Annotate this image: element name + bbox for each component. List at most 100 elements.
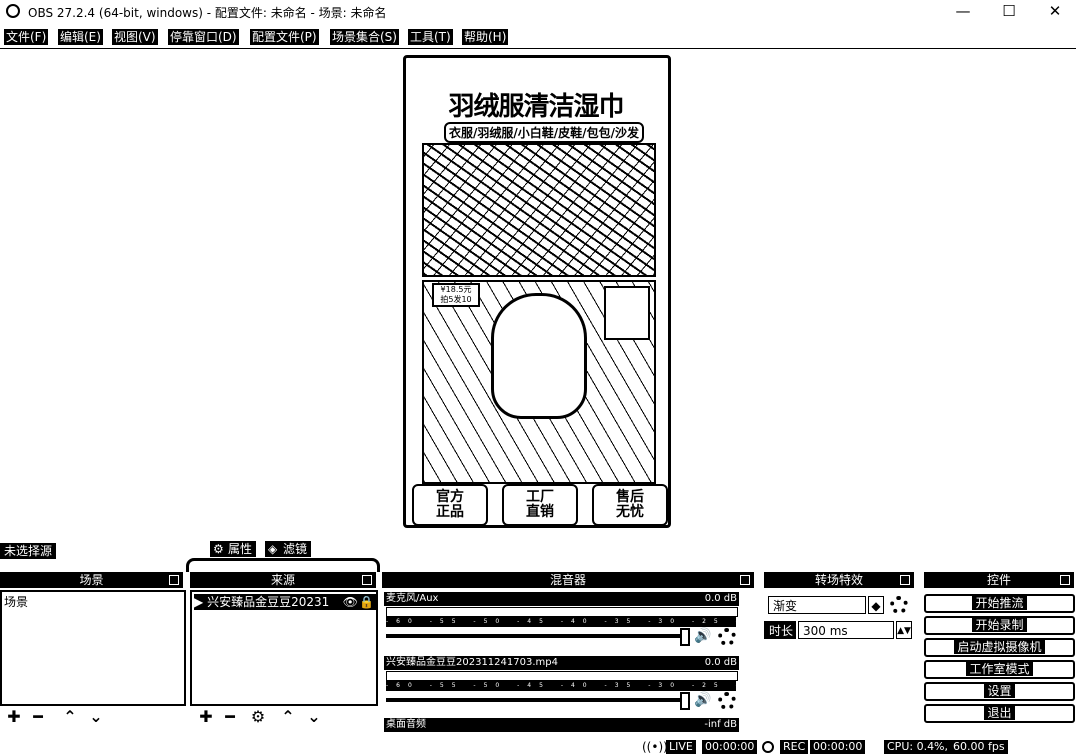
transition-select[interactable]: 渐变 bbox=[768, 596, 866, 614]
move-down-icon[interactable]: ⌄ bbox=[304, 709, 324, 725]
record-icon bbox=[762, 741, 774, 753]
speaker-icon[interactable]: 🔊 bbox=[694, 692, 711, 708]
selected-source-label: 未选择源 bbox=[0, 543, 57, 559]
button-label: 启动虚拟摄像机 bbox=[954, 640, 1045, 654]
volume-meter bbox=[386, 671, 738, 681]
fader-knob[interactable] bbox=[680, 628, 690, 646]
mixer-dock-header: 混音器 bbox=[382, 572, 754, 588]
properties-label: 属性 bbox=[228, 542, 253, 556]
source-toolbar-frame bbox=[186, 558, 380, 572]
source-settings-icon[interactable]: ⚙ bbox=[248, 709, 268, 725]
float-icon[interactable] bbox=[740, 575, 750, 585]
transitions-dock-header: 转场特效 bbox=[764, 572, 914, 588]
maximize-button[interactable]: ☐ bbox=[986, 0, 1032, 24]
gear-icon[interactable] bbox=[718, 692, 736, 710]
price-line: ¥18.5元 bbox=[440, 285, 472, 294]
remove-source-icon[interactable]: ━ bbox=[220, 709, 240, 725]
channel-db: -inf dB bbox=[704, 719, 737, 730]
scenes-list[interactable]: 场景 bbox=[0, 590, 186, 706]
close-button[interactable]: ✕ bbox=[1032, 0, 1076, 24]
source-item-label: 兴安臻品金豆豆20231 bbox=[207, 595, 330, 609]
menu-docks[interactable]: 停靠窗口(D) bbox=[168, 29, 239, 45]
scene-item[interactable]: 场景 bbox=[4, 594, 182, 610]
remove-scene-icon[interactable]: ━ bbox=[28, 709, 48, 725]
minimize-button[interactable]: — bbox=[940, 0, 986, 24]
scenes-title: 场景 bbox=[79, 573, 104, 587]
menu-bar: 文件(F) 编辑(E) 视图(V) 停靠窗口(D) 配置文件(P) 场景集合(S… bbox=[0, 28, 1076, 49]
start-recording-button[interactable]: 开始录制 bbox=[924, 616, 1075, 635]
title-bar: OBS 27.2.4 (64-bit, windows) - 配置文件: 未命名… bbox=[0, 0, 1076, 24]
channel-db: 0.0 dB bbox=[704, 593, 737, 604]
volume-fader[interactable] bbox=[386, 698, 686, 702]
float-icon[interactable] bbox=[900, 575, 910, 585]
speaker-icon[interactable]: 🔊 bbox=[694, 628, 711, 644]
live-icon: ((•)) bbox=[642, 740, 668, 754]
preview-product-photo bbox=[422, 143, 656, 277]
duration-input[interactable]: 300 ms bbox=[798, 621, 894, 639]
move-up-icon[interactable]: ⌃ bbox=[60, 709, 80, 725]
move-up-icon[interactable]: ⌃ bbox=[278, 709, 298, 725]
transitions-title: 转场特效 bbox=[814, 573, 863, 587]
button-label: 退出 bbox=[984, 706, 1015, 720]
preview-headline: 羽绒服清洁湿巾 bbox=[448, 92, 624, 122]
properties-button[interactable]: ⚙ 属性 bbox=[210, 541, 257, 557]
meter-scale: -60 -55 -50 -45 -40 -35 -30 -25 -20 -15 … bbox=[386, 617, 736, 627]
gear-icon[interactable] bbox=[718, 628, 736, 646]
filters-button[interactable]: ◈ 滤镜 bbox=[265, 541, 312, 557]
channel-db: 0.0 dB bbox=[704, 657, 737, 668]
button-label: 开始推流 bbox=[972, 596, 1027, 610]
exit-button[interactable]: 退出 bbox=[924, 704, 1075, 723]
fps-readout: 60.00 fps bbox=[950, 740, 1008, 754]
obs-logo-icon bbox=[6, 4, 20, 18]
preview-canvas[interactable]: 羽绒服清洁湿巾 衣服/羽绒服/小白鞋/皮鞋/包包/沙发 ¥18.5元 拍5发10… bbox=[403, 55, 671, 528]
filters-label: 滤镜 bbox=[283, 542, 308, 556]
move-down-icon[interactable]: ⌄ bbox=[86, 709, 106, 725]
window-title: OBS 27.2.4 (64-bit, windows) - 配置文件: 未命名… bbox=[28, 6, 387, 20]
duration-label: 时长 bbox=[764, 621, 796, 639]
start-virtual-camera-button[interactable]: 启动虚拟摄像机 bbox=[924, 638, 1075, 657]
menu-tools[interactable]: 工具(T) bbox=[408, 29, 453, 45]
button-label: 设置 bbox=[984, 684, 1015, 698]
button-label: 开始录制 bbox=[972, 618, 1027, 632]
start-streaming-button[interactable]: 开始推流 bbox=[924, 594, 1075, 613]
preview-info-card bbox=[604, 286, 650, 340]
sources-list[interactable]: ▶ 兴安臻品金豆豆20231 👁 🔒 bbox=[190, 590, 378, 706]
channel-label: 兴安臻品金豆豆202311241703.mp4 bbox=[386, 657, 558, 668]
mixer-channel-name: 兴安臻品金豆豆202311241703.mp4 0.0 dB bbox=[384, 656, 739, 670]
fader-knob[interactable] bbox=[680, 692, 690, 710]
float-icon[interactable] bbox=[169, 575, 179, 585]
live-time: 00:00:00 bbox=[702, 740, 758, 754]
studio-mode-button[interactable]: 工作室模式 bbox=[924, 660, 1075, 679]
badge-official: 官方 正品 bbox=[412, 484, 488, 525]
gear-icon: ⚙ bbox=[213, 542, 224, 556]
menu-view[interactable]: 视图(V) bbox=[112, 29, 158, 45]
button-label: 工作室模式 bbox=[966, 662, 1033, 676]
eye-icon[interactable]: 👁 bbox=[343, 594, 358, 610]
transition-settings-icon[interactable] bbox=[890, 596, 908, 614]
menu-edit[interactable]: 编辑(E) bbox=[58, 29, 103, 45]
settings-button[interactable]: 设置 bbox=[924, 682, 1075, 701]
rec-label: REC bbox=[780, 740, 809, 754]
sources-title: 来源 bbox=[270, 573, 295, 587]
mixer-title: 混音器 bbox=[549, 573, 586, 587]
menu-help[interactable]: 帮助(H) bbox=[462, 29, 509, 45]
volume-fader[interactable] bbox=[386, 634, 686, 638]
chevron-down-icon[interactable]: ◆ bbox=[868, 596, 884, 614]
float-icon[interactable] bbox=[362, 575, 372, 585]
scenes-dock-header: 场景 bbox=[0, 572, 183, 588]
cpu-usage: CPU: 0.4%, bbox=[884, 740, 952, 754]
menu-file[interactable]: 文件(F) bbox=[4, 29, 49, 45]
add-scene-icon[interactable]: ✚ bbox=[4, 709, 24, 725]
menu-scene-collection[interactable]: 场景集合(S) bbox=[330, 29, 399, 45]
spin-arrows-icon[interactable]: ▲▼ bbox=[896, 621, 912, 639]
preview-price-card: ¥18.5元 拍5发10 bbox=[432, 283, 480, 307]
add-source-icon[interactable]: ✚ bbox=[196, 709, 216, 725]
badge-factory: 工厂 直销 bbox=[502, 484, 578, 525]
float-icon[interactable] bbox=[1060, 575, 1070, 585]
mixer-channel-name: 桌面音频 -inf dB bbox=[384, 718, 739, 732]
mixer-channel-name: 麦克风/Aux 0.0 dB bbox=[384, 592, 739, 606]
source-item[interactable]: ▶ 兴安臻品金豆豆20231 👁 🔒 bbox=[194, 594, 376, 610]
volume-meter bbox=[386, 607, 738, 617]
menu-profile[interactable]: 配置文件(P) bbox=[250, 29, 319, 45]
lock-icon[interactable]: 🔒 bbox=[359, 594, 374, 610]
